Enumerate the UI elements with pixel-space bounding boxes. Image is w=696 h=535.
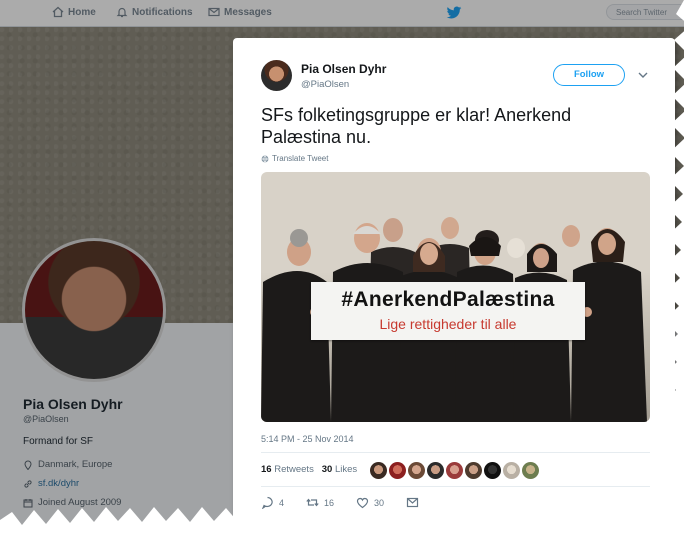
globe-icon	[261, 155, 269, 163]
liker-avatar[interactable]	[484, 462, 501, 479]
likes-stat[interactable]: 30 Likes	[322, 464, 357, 475]
liker-avatar[interactable]	[522, 462, 539, 479]
liker-avatar[interactable]	[389, 462, 406, 479]
banner-subtitle-text: Lige rettigheder til alle	[379, 316, 517, 332]
tweet-timestamp[interactable]: 5:14 PM - 25 Nov 2014	[261, 434, 354, 444]
like-button[interactable]: 30	[356, 496, 384, 509]
reply-count: 4	[279, 497, 285, 508]
liker-avatar[interactable]	[503, 462, 520, 479]
tweet-actions: 4 16 30	[261, 496, 419, 509]
dm-icon	[406, 497, 419, 508]
direct-message-button[interactable]	[406, 496, 419, 509]
retweet-count: 16	[324, 497, 335, 508]
tweet-photo[interactable]: #AnerkendPalæstina Lige rettigheder til …	[261, 172, 650, 422]
retweet-button[interactable]: 16	[306, 496, 334, 509]
protest-banner: #AnerkendPalæstina Lige rettigheder til …	[311, 282, 585, 340]
retweets-label: Retweets	[274, 464, 314, 475]
heart-icon	[356, 497, 369, 509]
reply-button[interactable]: 4	[261, 496, 284, 509]
chevron-down-icon[interactable]	[638, 71, 648, 79]
translate-tweet-label[interactable]: Translate Tweet	[272, 154, 328, 163]
retweets-stat[interactable]: 16 Retweets	[261, 464, 314, 475]
divider	[261, 452, 650, 453]
retweet-icon	[306, 498, 319, 507]
liker-avatar[interactable]	[465, 462, 482, 479]
follow-button[interactable]: Follow	[553, 64, 625, 86]
reply-icon	[261, 496, 273, 509]
banner-hashtag-text: #AnerkendPalæstina	[341, 288, 555, 311]
tweet-author-name[interactable]: Pia Olsen Dyhr	[301, 62, 386, 76]
tweet-stats: 16 Retweets 30 Likes	[261, 464, 357, 475]
liker-avatar[interactable]	[408, 462, 425, 479]
tweet-author-handle[interactable]: @PiaOlsen	[301, 79, 349, 90]
like-count: 30	[374, 497, 385, 508]
tweet-author-avatar[interactable]	[261, 60, 292, 91]
tweet-text: SFs folketingsgruppe er klar! Anerkend P…	[261, 105, 572, 147]
liker-avatar[interactable]	[370, 462, 387, 479]
tweet-modal: Pia Olsen Dyhr @PiaOlsen Follow SFs folk…	[233, 38, 675, 522]
liker-avatars	[370, 462, 539, 479]
liker-avatar[interactable]	[446, 462, 463, 479]
translate-tweet-link[interactable]: Translate Tweet	[261, 154, 328, 163]
divider	[261, 486, 650, 487]
likes-label: Likes	[334, 464, 358, 475]
likes-count: 30	[321, 464, 333, 475]
liker-avatar[interactable]	[427, 462, 444, 479]
retweets-count: 16	[261, 464, 272, 475]
